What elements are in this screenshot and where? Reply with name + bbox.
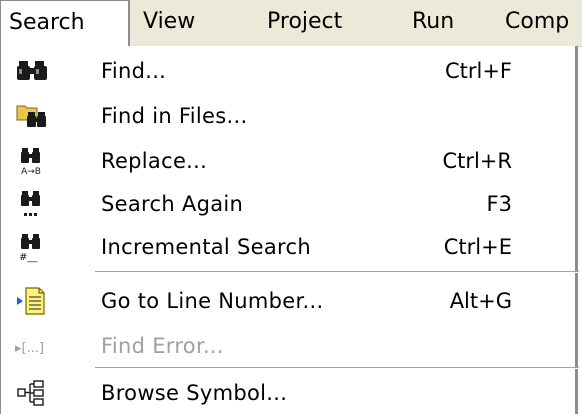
search-again-icon	[15, 188, 49, 220]
replace-icon: A→B	[15, 145, 49, 177]
menu-search[interactable]: Search	[0, 0, 130, 46]
menu-item-label: Replace...	[101, 149, 208, 173]
menu-item-search-again[interactable]: Search Again F3	[1, 181, 576, 227]
menu-bar: Search View Project Run Comp	[0, 0, 582, 47]
menu-item-shortcut: Ctrl+R	[442, 149, 512, 173]
menu-item-find-error[interactable]: ▸[...] Find Error...	[1, 323, 576, 369]
menu-item-label: Find Error...	[101, 334, 224, 358]
menu-comp[interactable]: Comp	[505, 0, 569, 46]
menu-item-label: Incremental Search	[101, 235, 311, 259]
menu-item-label: Find in Files...	[101, 104, 248, 128]
find-error-icon-caption: ▸[...]	[15, 341, 44, 356]
menu-item-go-to-line[interactable]: Go to Line Number... Alt+G	[1, 278, 576, 324]
replace-icon-caption: A→B	[21, 167, 41, 177]
menu-item-label: Search Again	[101, 192, 244, 216]
incremental-icon-caption: #__	[19, 252, 38, 263]
menu-item-shortcut: Ctrl+E	[443, 235, 512, 259]
menu-item-find[interactable]: Find... Ctrl+F	[1, 48, 576, 94]
find-in-files-icon	[15, 100, 49, 132]
menu-item-shortcut: Alt+G	[449, 289, 512, 313]
menu-item-browse-symbol[interactable]: Browse Symbol...	[1, 370, 576, 414]
menu-item-label: Find...	[101, 59, 167, 83]
menu-project[interactable]: Project	[267, 0, 342, 46]
binoculars-icon	[15, 55, 49, 87]
find-error-icon: ▸[...]	[15, 330, 49, 362]
menu-item-find-in-files[interactable]: Find in Files...	[1, 93, 576, 139]
menu-item-label: Browse Symbol...	[101, 381, 288, 405]
menu-run[interactable]: Run	[412, 0, 454, 46]
goto-line-icon	[15, 285, 49, 317]
incremental-search-icon: #__	[15, 231, 49, 263]
menu-item-incremental-search[interactable]: #__ Incremental Search Ctrl+E	[1, 224, 576, 270]
menu-item-shortcut: Ctrl+F	[444, 59, 512, 83]
menu-item-replace[interactable]: A→B Replace... Ctrl+R	[1, 138, 576, 184]
search-menu-dropdown: Find... Ctrl+F Find in Files... A→B Repl…	[0, 46, 579, 414]
menu-separator	[95, 367, 579, 369]
browse-symbol-icon	[15, 377, 49, 409]
menu-separator	[95, 271, 579, 273]
menu-view[interactable]: View	[143, 0, 195, 46]
menu-item-label: Go to Line Number...	[101, 289, 324, 313]
menu-item-shortcut: F3	[486, 192, 512, 216]
